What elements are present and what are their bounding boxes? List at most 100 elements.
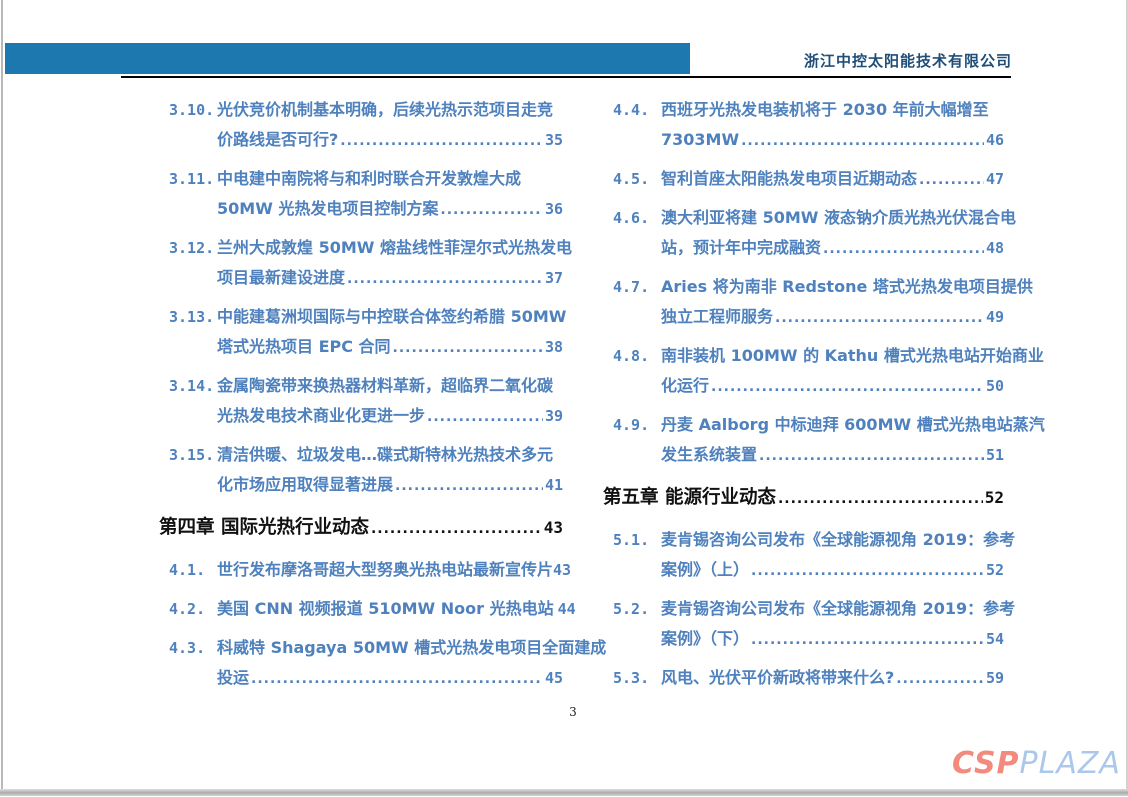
- dot-leader: ........................................…: [919, 165, 984, 195]
- toc-entry-line-2: 项目最新建设进度 ...............................…: [159, 263, 563, 293]
- dot-leader: ........................................…: [823, 234, 984, 264]
- toc-chapter-page: 43: [544, 513, 563, 543]
- toc-entry-number: 3.13.: [169, 302, 217, 332]
- toc-entry[interactable]: 3.15. 清洁供暖、垃圾发电…碟式斯特林光热技术多元 化市场应用取得显著进展 …: [159, 440, 563, 500]
- toc-entry-page: 46: [986, 125, 1004, 155]
- toc-entry-line-2: 光热发电技术商业化更进一步 ..........................…: [159, 401, 563, 431]
- toc-entry-line-1: 5.2. 麦肯锡咨询公司发布《全球能源视角 2019：参考: [603, 594, 1004, 624]
- toc-entry-number: 5.1.: [613, 525, 661, 555]
- dot-leader: ........................................…: [251, 664, 543, 694]
- toc-entry-text: 科威特 Shagaya 50MW 槽式光热发电项目全面建成: [217, 633, 606, 663]
- logo-plaza-text: PLAZA: [1020, 746, 1121, 781]
- toc-entry-page: 59: [986, 663, 1004, 693]
- toc-entry-number: 4.8.: [613, 341, 661, 371]
- toc-entry-text: 世行发布摩洛哥超大型努奥光热电站最新宣传片: [217, 555, 553, 585]
- toc-entry-page: 36: [545, 194, 563, 224]
- toc-entry-line-1: 3.11. 中电建中南院将与和利时联合开发敦煌大成: [159, 164, 563, 194]
- toc-entry-page: 38: [545, 332, 563, 362]
- toc-entry-text: 丹麦 Aalborg 中标迪拜 600MW 槽式光热电站蒸汽: [661, 410, 1045, 440]
- toc-entry[interactable]: 3.11. 中电建中南院将与和利时联合开发敦煌大成 50MW 光热发电项目控制方…: [159, 164, 563, 224]
- toc-column-right: 4.4. 西班牙光热发电装机将于 2030 年前大幅增至 7303MW ....…: [603, 95, 1004, 702]
- toc-chapter[interactable]: 第四章 国际光热行业动态 ...........................…: [159, 513, 563, 543]
- toc-entry-number: 4.5.: [613, 164, 661, 194]
- toc-entry-number: 5.2.: [613, 594, 661, 624]
- toc-entry-line-1: 4.2. 美国 CNN 视频报道 510MW Noor 光热电站 .......…: [159, 594, 563, 624]
- toc-entry-text: 麦肯锡咨询公司发布《全球能源视角 2019：参考: [661, 594, 1015, 624]
- toc-entry[interactable]: 5.1. 麦肯锡咨询公司发布《全球能源视角 2019：参考 案例》（上） ...…: [603, 525, 1004, 585]
- toc-entry[interactable]: 4.8. 南非装机 100MW 的 Kathu 槽式光热电站开始商业 化运行 .…: [603, 341, 1004, 401]
- toc-entry-number: 4.6.: [613, 203, 661, 233]
- toc-entry-page: 45: [545, 663, 563, 693]
- toc-entry-number: 4.1.: [169, 555, 217, 585]
- toc-chapter[interactable]: 第五章 能源行业动态 .............................…: [603, 483, 1004, 513]
- toc-entry-text: 清洁供暖、垃圾发电…碟式斯特林光热技术多元: [217, 440, 553, 470]
- toc-entry[interactable]: 3.10. 光伏竞价机制基本明确，后续光热示范项目走竞 价路线是否可行? ...…: [159, 95, 563, 155]
- toc-entry-text: 7303MW: [661, 125, 739, 155]
- company-name: 浙江中控太阳能技术有限公司: [780, 50, 1012, 71]
- toc-entry-page: 37: [545, 263, 563, 293]
- header-divider: [121, 76, 1011, 78]
- toc-entry[interactable]: 4.1. 世行发布摩洛哥超大型努奥光热电站最新宣传片 43: [159, 555, 563, 585]
- toc-entry-text: 光热发电技术商业化更进一步: [217, 401, 425, 431]
- toc-entry-text: 光伏竞价机制基本明确，后续光热示范项目走竞: [217, 95, 553, 125]
- toc-entry[interactable]: 3.12. 兰州大成敦煌 50MW 熔盐线性菲涅尔式光热发电 项目最新建设进度 …: [159, 233, 563, 293]
- toc-entry-text: 麦肯锡咨询公司发布《全球能源视角 2019：参考: [661, 525, 1015, 555]
- toc-entry-line-1: 3.15. 清洁供暖、垃圾发电…碟式斯特林光热技术多元: [159, 440, 563, 470]
- toc-entry-page: 41: [545, 470, 563, 500]
- toc-entry[interactable]: 4.3. 科威特 Shagaya 50MW 槽式光热发电项目全面建成 投运 ..…: [159, 633, 563, 693]
- toc-entry-line-1: 3.12. 兰州大成敦煌 50MW 熔盐线性菲涅尔式光热发电: [159, 233, 563, 263]
- toc-entry[interactable]: 4.5. 智利首座太阳能热发电项目近期动态 ..................…: [603, 164, 1004, 194]
- dot-leader: ........................................…: [395, 471, 543, 501]
- toc-entry-number: 4.2.: [169, 594, 217, 624]
- toc-entry-text: 50MW 光热发电项目控制方案: [217, 194, 438, 224]
- toc-entry[interactable]: 5.3. 风电、光伏平价新政将带来什么? ...................…: [603, 663, 1004, 693]
- toc-entry-line-1: 3.14. 金属陶瓷带来换热器材料革新，超临界二氧化碳: [159, 371, 563, 401]
- dot-leader: ........................................…: [778, 484, 983, 514]
- toc-entry-text: 智利首座太阳能热发电项目近期动态: [661, 164, 917, 194]
- toc-entry-page: 49: [986, 302, 1004, 332]
- toc-entry[interactable]: 4.9. 丹麦 Aalborg 中标迪拜 600MW 槽式光热电站蒸汽 发生系统…: [603, 410, 1004, 470]
- toc-entry-line-2: 7303MW .................................…: [603, 125, 1004, 155]
- toc-entry[interactable]: 4.4. 西班牙光热发电装机将于 2030 年前大幅增至 7303MW ....…: [603, 95, 1004, 155]
- toc-entry[interactable]: 3.14. 金属陶瓷带来换热器材料革新，超临界二氧化碳 光热发电技术商业化更进一…: [159, 371, 563, 431]
- page-number: 3: [560, 705, 586, 719]
- toc-entry-line-1: 4.3. 科威特 Shagaya 50MW 槽式光热发电项目全面建成: [159, 633, 563, 663]
- toc-entry-text: 站，预计年中完成融资: [661, 233, 821, 263]
- toc-entry[interactable]: 5.2. 麦肯锡咨询公司发布《全球能源视角 2019：参考 案例》（下） ...…: [603, 594, 1004, 654]
- toc-entry-number: 5.3.: [613, 663, 661, 693]
- toc-chapter-title: 第四章 国际光热行业动态: [159, 513, 369, 543]
- toc-entry-text: 兰州大成敦煌 50MW 熔盐线性菲涅尔式光热发电: [217, 233, 572, 263]
- toc-entry-text: 风电、光伏平价新政将带来什么?: [661, 663, 894, 693]
- toc-entry[interactable]: 3.13. 中能建葛洲坝国际与中控联合体签约希腊 50MW 塔式光热项目 EPC…: [159, 302, 563, 362]
- toc-entry-line-1: 4.7. Aries 将为南非 Redstone 塔式光热发电项目提供: [603, 272, 1004, 302]
- toc-entry-number: 4.4.: [613, 95, 661, 125]
- toc-entry-line-2: 价路线是否可行? ...............................…: [159, 125, 563, 155]
- toc-entry-text: 金属陶瓷带来换热器材料革新，超临界二氧化碳: [217, 371, 553, 401]
- toc-entry-text: 南非装机 100MW 的 Kathu 槽式光热电站开始商业: [661, 341, 1044, 371]
- toc-entry-text: 独立工程师服务: [661, 302, 773, 332]
- dot-leader: ........................................…: [427, 402, 543, 432]
- toc-entry-text: 中能建葛洲坝国际与中控联合体签约希腊 50MW: [217, 302, 566, 332]
- toc-entry-page: 43: [553, 555, 571, 585]
- toc-entry-line-2: 塔式光热项目 EPC 合同 ..........................…: [159, 332, 563, 362]
- toc-entry-page: 48: [986, 233, 1004, 263]
- toc-entry-line-1: 3.13. 中能建葛洲坝国际与中控联合体签约希腊 50MW: [159, 302, 563, 332]
- toc-entry-line-2: 投运 .....................................…: [159, 663, 563, 693]
- toc-entry-line-2: 案例》（下） .................................…: [603, 624, 1004, 654]
- logo-csp-text: CSP: [952, 746, 1020, 781]
- dot-leader: ........................................…: [711, 372, 984, 402]
- toc-entry-text: 案例》（上）: [661, 555, 749, 585]
- dot-leader: ........................................…: [751, 556, 984, 586]
- toc-entry[interactable]: 4.2. 美国 CNN 视频报道 510MW Noor 光热电站 .......…: [159, 594, 563, 624]
- toc-entry[interactable]: 4.6. 澳大利亚将建 50MW 液态钠介质光热光伏混合电 站，预计年中完成融资…: [603, 203, 1004, 263]
- toc-entry-page: 54: [986, 624, 1004, 654]
- toc-entry-text: 案例》（下）: [661, 624, 749, 654]
- toc-entry-line-2: 案例》（上） .................................…: [603, 555, 1004, 585]
- toc-entry[interactable]: 4.7. Aries 将为南非 Redstone 塔式光热发电项目提供 独立工程…: [603, 272, 1004, 332]
- toc-entry-page: 44: [558, 594, 576, 624]
- toc-entry-text: 中电建中南院将与和利时联合开发敦煌大成: [217, 164, 521, 194]
- toc-entry-number: 3.15.: [169, 440, 217, 470]
- toc-entry-line-2: 发生系统装置 .................................…: [603, 440, 1004, 470]
- toc-entry-line-1: 4.4. 西班牙光热发电装机将于 2030 年前大幅增至: [603, 95, 1004, 125]
- toc-entry-line-2: 站，预计年中完成融资 .............................…: [603, 233, 1004, 263]
